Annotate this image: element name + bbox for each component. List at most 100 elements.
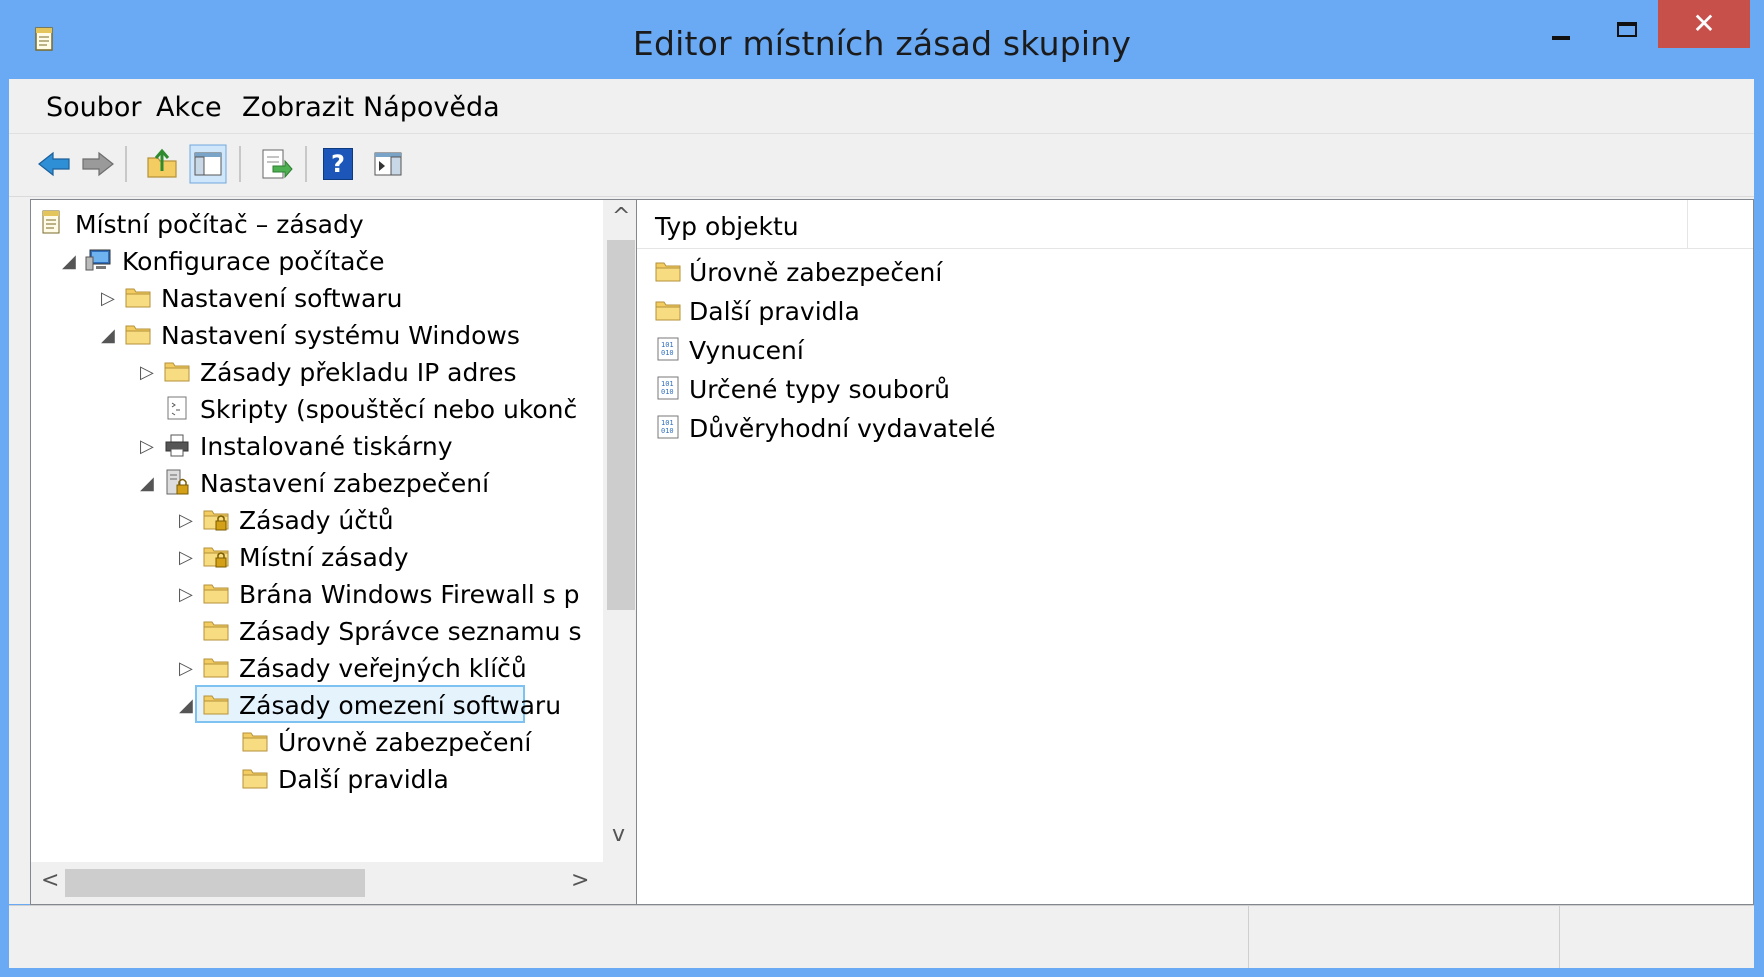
- collapse-arrow-icon[interactable]: ◢: [101, 325, 117, 347]
- tree-node[interactable]: ▷ Zásady účtů: [31, 502, 601, 542]
- list-item[interactable]: 101 010 Určené typy souborů: [653, 371, 1253, 409]
- tree-node[interactable]: ▷ Nastavení softwaru: [31, 280, 601, 320]
- toolbar: ?: [9, 134, 1754, 197]
- column-divider[interactable]: [1687, 200, 1688, 248]
- expand-arrow-icon[interactable]: ▷: [179, 584, 195, 606]
- svg-text:010: 010: [661, 427, 674, 435]
- tree-node-label: Zásady překladu IP adres: [200, 358, 517, 387]
- tree-node[interactable]: Zásady Správce seznamu s: [31, 613, 601, 653]
- status-bar-divider: [1248, 906, 1249, 968]
- list-item-icon: [653, 293, 683, 327]
- tree-node[interactable]: ▷ Instalované tiskárny: [31, 428, 601, 468]
- tree-horizontal-scroll-thumb[interactable]: [65, 869, 365, 897]
- tree-node[interactable]: Skripty (spouštěcí nebo ukonč: [31, 391, 601, 431]
- scroll-right-arrow[interactable]: >: [571, 868, 589, 893]
- forward-arrow-icon[interactable]: [79, 144, 117, 184]
- tree-node-icon: [201, 539, 231, 575]
- tree-node-icon: [240, 724, 270, 760]
- binary-policy-icon: 101010: [657, 337, 679, 361]
- expand-arrow-icon[interactable]: ▷: [101, 288, 117, 310]
- tree-node[interactable]: ◢ Zásady omezení softwaru: [31, 687, 601, 727]
- tree-vertical-scrollbar[interactable]: ^ v: [603, 200, 639, 862]
- list-item[interactable]: Úrovně zabezpečení: [653, 254, 1253, 292]
- list-item[interactable]: Další pravidla: [653, 293, 1253, 331]
- help-icon[interactable]: ?: [323, 148, 353, 180]
- list-item[interactable]: 101 010 Vynucení: [653, 332, 1253, 370]
- tree-node-label: Nastavení zabezpečení: [200, 469, 490, 498]
- show-hide-tree-icon[interactable]: [189, 144, 227, 184]
- tree-node-icon: [162, 465, 192, 501]
- tree-node-icon: [201, 613, 231, 649]
- tree-node-label: Konfigurace počítače: [122, 247, 385, 276]
- tree-node[interactable]: ▷ Zásady překladu IP adres: [31, 354, 601, 394]
- window: Editor místních zásad skupiny ✕ Soubor A…: [0, 0, 1764, 977]
- expand-arrow-icon[interactable]: ▷: [179, 547, 195, 569]
- list-item-label: Určené typy souborů: [689, 375, 950, 404]
- maximize-icon: [1617, 22, 1637, 37]
- scroll-corner: [603, 862, 639, 904]
- menu-bar: Soubor Akce Zobrazit Nápověda: [9, 79, 1754, 134]
- security-settings-icon: [166, 469, 189, 495]
- folder-icon: [164, 362, 190, 382]
- tree-node[interactable]: Úrovně zabezpečení: [31, 724, 601, 764]
- tree-node-icon: [123, 280, 153, 316]
- list-item[interactable]: 101 010 Důvěryhodní vydavatelé: [653, 410, 1253, 448]
- toolbar-separator: [239, 146, 241, 182]
- folder-icon: [203, 584, 229, 604]
- status-bar: [9, 905, 1754, 968]
- tree-node-icon: [201, 650, 231, 686]
- expand-arrow-icon[interactable]: ▷: [179, 658, 195, 680]
- tree-node[interactable]: ▷ Brána Windows Firewall s p: [31, 576, 601, 616]
- tree-node[interactable]: ◢ Konfigurace počítače: [31, 243, 601, 283]
- tree-node-label: Zásady Správce seznamu s: [239, 617, 582, 646]
- collapse-arrow-icon[interactable]: ◢: [179, 695, 195, 717]
- tree-node-icon: [37, 206, 67, 242]
- minimize-button[interactable]: [1540, 0, 1580, 52]
- details-list[interactable]: Typ objektu Úrovně zabezpečení Další prav…: [636, 199, 1754, 905]
- menu-zobrazit[interactable]: Zobrazit: [242, 92, 354, 123]
- computer-icon: [85, 249, 111, 271]
- tree-vertical-scroll-thumb[interactable]: [607, 240, 635, 610]
- title-bar[interactable]: Editor místních zásad skupiny ✕: [0, 0, 1764, 80]
- menu-napoveda[interactable]: Nápověda: [363, 92, 500, 123]
- tree-node-label: Nastavení softwaru: [161, 284, 403, 313]
- tree-node-icon: [123, 317, 153, 353]
- tree-node[interactable]: Místní počítač – zásady: [31, 206, 601, 246]
- export-list-icon[interactable]: [257, 144, 295, 184]
- binary-policy-icon: 101010: [657, 376, 679, 400]
- tree-node[interactable]: ▷ Zásady veřejných klíčů: [31, 650, 601, 690]
- tree-node[interactable]: ◢ Nastavení systému Windows: [31, 317, 601, 357]
- expand-arrow-icon[interactable]: ▷: [140, 362, 156, 384]
- menu-akce[interactable]: Akce: [156, 92, 222, 123]
- expand-arrow-icon[interactable]: ▷: [140, 436, 156, 458]
- column-header-typ-objektu[interactable]: Typ objektu: [637, 200, 1753, 249]
- collapse-arrow-icon[interactable]: ◢: [140, 473, 156, 495]
- binary-policy-icon: 101010: [657, 415, 679, 439]
- folder-icon: [242, 732, 268, 752]
- close-button[interactable]: ✕: [1658, 0, 1750, 48]
- folder-icon: [655, 301, 681, 321]
- up-folder-icon[interactable]: [143, 144, 181, 184]
- tree-node-label: Místní zásady: [239, 543, 409, 572]
- menu-soubor[interactable]: Soubor: [46, 92, 142, 123]
- scroll-down-arrow[interactable]: v: [612, 822, 625, 847]
- maximize-button[interactable]: [1605, 0, 1649, 52]
- tree-node[interactable]: ◢ Nastavení zabezpečení: [31, 465, 601, 505]
- show-hide-action-pane-icon[interactable]: [369, 144, 407, 184]
- expand-arrow-icon[interactable]: ▷: [179, 510, 195, 532]
- tree-node-icon: [201, 687, 231, 723]
- status-bar-divider: [1559, 906, 1560, 968]
- collapse-arrow-icon[interactable]: ◢: [62, 251, 78, 273]
- scroll-left-arrow[interactable]: <: [41, 868, 59, 893]
- console-tree[interactable]: Místní počítač – zásady ◢ Konfigurace počí…: [30, 199, 640, 905]
- tree-node[interactable]: Další pravidla: [31, 761, 601, 801]
- column-header-label: Typ objektu: [655, 212, 799, 241]
- folder-icon: [655, 262, 681, 282]
- tree-node[interactable]: ▷ Místní zásady: [31, 539, 601, 579]
- list-item-icon: [653, 254, 683, 288]
- scroll-up-arrow[interactable]: ^: [612, 204, 630, 229]
- back-arrow-icon[interactable]: [35, 144, 73, 184]
- tree-node-icon: [162, 428, 192, 464]
- tree-horizontal-scrollbar[interactable]: < >: [31, 862, 603, 904]
- locked-folder-icon: [203, 547, 229, 568]
